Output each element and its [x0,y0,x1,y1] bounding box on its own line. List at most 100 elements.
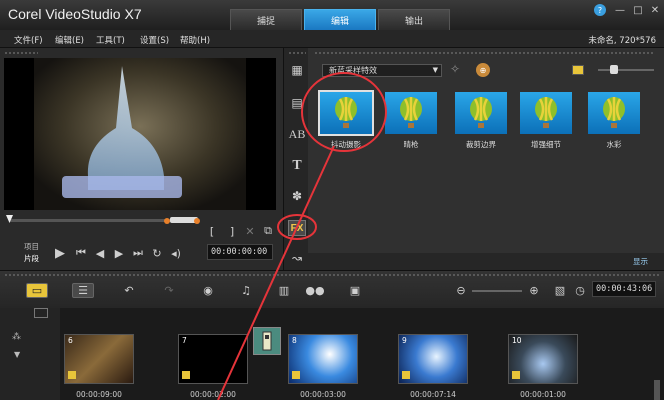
maximize-button[interactable]: □ [632,4,644,16]
storyboard-clip[interactable]: 9 00:00:07:14 [398,334,468,399]
category-dropdown[interactable]: 新蓝采样特效 ▼ [322,64,442,77]
clip-number: 7 [182,336,187,345]
filter-label: 水彩 [606,140,622,149]
filter-thumbnail[interactable] [318,90,374,136]
help-icon[interactable]: ? [594,4,606,16]
end-icon[interactable]: ⏭ [131,246,145,260]
play-icon[interactable]: ▶ [52,245,68,261]
title-icon[interactable]: T [288,158,306,174]
tab-capture[interactable]: 捕捉 [230,9,302,30]
media-icon[interactable]: ▦ [288,62,306,78]
repeat-icon[interactable]: ↻ [150,246,164,260]
chapter-icon[interactable]: ⁂ [12,332,26,342]
undo-icon[interactable]: ↶ [122,283,136,298]
motion-tracking-icon[interactable]: ●● [305,283,324,298]
filter-thumbnail[interactable] [385,92,437,134]
project-duration[interactable]: 00:00:43:06 [592,281,656,297]
library-panel: 新蓝采样特效 ▼ ✧ ⊕ 抖动摄影 晴枪 裁剪边界 增强细节 水彩 显示 [308,48,664,270]
enlarge-icon[interactable]: ⧉ [262,224,274,237]
clip-number: 10 [512,336,522,345]
home-icon[interactable]: ⏮ [74,246,88,260]
storyboard-view-icon[interactable]: ▭ [26,283,48,298]
tab-edit[interactable]: 编辑 [304,9,376,30]
mode-project[interactable]: 项目 [24,241,39,252]
auto-music-icon[interactable]: ▥ [276,283,292,298]
volume-icon[interactable]: ◂) [169,246,183,260]
storyboard-clip[interactable]: 6 00:00:09:00 [64,334,134,399]
menu-help[interactable]: 帮助(H) [180,34,210,46]
thumbnail-size-slider[interactable] [598,69,654,71]
close-button[interactable]: ✕ [649,4,661,16]
trim-in-marker[interactable] [164,218,170,224]
rail-grip[interactable] [288,51,306,55]
timeline-toolbar: ▭ ☰ ↶ ↷ ◉ ♫ ▥ ●● ▣ ⊖ ⊕ ▧ ◷ [0,270,664,308]
panel-grip[interactable] [4,51,38,55]
balloon-icon [470,97,492,128]
library-grip[interactable] [314,51,654,55]
menu-file[interactable]: 文件(F) [14,34,43,46]
zoom-slider[interactable] [472,290,522,292]
instant-project-icon[interactable]: ▤ [288,95,306,111]
sound-mixer-icon[interactable]: ♫ [238,283,254,298]
mode-clip[interactable]: 片段 [24,253,39,264]
view-toggle-icon[interactable] [572,65,584,75]
filter-label: 晴枪 [403,140,419,149]
filter-label: 裁剪边界 [466,140,496,149]
storyboard-clip[interactable]: 10 00:00:01:00 [508,334,578,399]
audio-icon [68,371,76,379]
project-info: 未命名, 720*576 [588,36,656,46]
workspace-tabs: 捕捉 编辑 输出 [230,9,452,30]
show-options-link[interactable]: 显示 [633,256,648,267]
track-menu-arrow[interactable]: ▼ [14,350,20,359]
menu-edit[interactable]: 编辑(E) [55,34,84,46]
path-icon[interactable]: ↝ [288,250,306,266]
fit-project-icon[interactable]: ▧ [554,283,566,298]
menu-settings[interactable]: 设置(S) [140,34,169,46]
clip-thumbnail: 8 [288,334,358,384]
clip-number: 6 [68,336,73,345]
timeline-view-icon[interactable]: ☰ [72,283,94,298]
filter-thumbnail[interactable] [455,92,507,134]
clip-duration: 00:00:02:00 [190,390,236,399]
balloon-icon [603,97,625,128]
record-capture-icon[interactable]: ◉ [200,283,216,298]
fx-filter-icon[interactable]: FX [288,220,306,236]
tab-share[interactable]: 输出 [378,9,450,30]
storyboard-clip[interactable]: 7 00:00:02:00 [178,334,248,399]
audio-icon [512,371,520,379]
favorite-icon[interactable]: ✧ [450,62,466,78]
clip-number: 8 [292,336,297,345]
timeline-grip[interactable] [4,273,660,277]
graphic-icon[interactable]: ✽ [288,188,306,204]
storyboard-side: ⁂ ▼ [0,308,60,400]
mark-out-button[interactable]: ] [226,225,238,238]
trim-out-marker[interactable] [194,218,200,224]
previous-frame-icon[interactable]: ◀ [93,246,107,260]
split-icon[interactable]: ✕ [244,225,256,238]
storyboard-clip[interactable]: 8 00:00:03:00 [288,334,358,399]
clip-number: 9 [402,336,407,345]
library-footer: 显示 [308,253,664,270]
player-timecode[interactable]: 00:00:00:00 [207,244,273,260]
slider-handle[interactable] [610,65,618,74]
transition-icon[interactable]: AB [288,126,306,142]
next-frame-icon[interactable]: ▶ [112,246,126,260]
storyboard-scrollbar[interactable] [654,380,660,400]
filter-thumbnail[interactable] [520,92,572,134]
subtitle-editor-icon[interactable]: ▣ [347,283,363,298]
track-manager-icon[interactable] [34,308,48,318]
clip-thumbnail: 10 [508,334,578,384]
menu-tools[interactable]: 工具(T) [96,34,125,46]
minimize-button[interactable]: — [614,4,626,16]
filter-label: 增强细节 [531,140,561,149]
zoom-out-icon[interactable]: ⊖ [455,283,467,298]
title-bar: Corel VideoStudio X7 捕捉 编辑 输出 ? — □ ✕ [0,0,664,30]
filter-thumbnail[interactable] [588,92,640,134]
browse-icon[interactable]: ⊕ [476,63,490,77]
zoom-in-icon[interactable]: ⊕ [528,283,540,298]
clip-duration: 00:00:03:00 [300,390,346,399]
transition-thumbnail[interactable] [253,327,281,355]
mark-in-button[interactable]: [ [206,225,218,238]
redo-icon[interactable]: ↷ [162,283,176,298]
clip-duration: 00:00:01:00 [520,390,566,399]
